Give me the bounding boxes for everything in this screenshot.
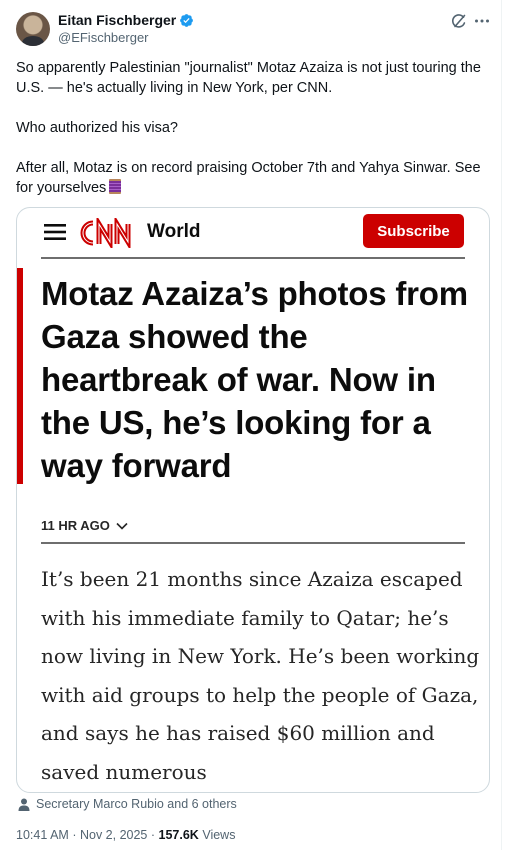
avatar[interactable] — [16, 12, 50, 46]
attached-image[interactable]: World Subscribe Motaz Azaiza’s photos fr… — [16, 207, 490, 793]
timeline-border — [501, 0, 502, 850]
views-count: 157.6K — [158, 828, 199, 842]
grok-icon[interactable] — [451, 13, 467, 29]
tweet-time[interactable]: 10:41 AM — [16, 828, 69, 842]
tweet-paragraph-3: After all, Motaz is on record praising O… — [16, 158, 494, 198]
author-display-name[interactable]: Eitan Fischberger — [58, 12, 176, 28]
tweet-paragraph-2: Who authorized his visa? — [16, 120, 178, 136]
verified-badge-icon — [180, 13, 194, 27]
meta-separator: · — [72, 828, 77, 842]
views-label: Views — [202, 828, 236, 842]
article-headline: Motaz Azaiza’s photos from Gaza showed t… — [41, 275, 468, 484]
article-body: It’s been 21 months since Azaiza escaped… — [41, 567, 480, 784]
tweet-date[interactable]: Nov 2, 2025 — [80, 828, 147, 842]
thread-spool-emoji — [109, 179, 122, 194]
cnn-logo — [80, 218, 131, 248]
tweet-paragraph-1: So apparently Palestinian "journalist" M… — [16, 60, 481, 96]
author-handle[interactable]: @EFischberger — [58, 30, 149, 45]
tweet-meta: 10:41 AM · Nov 2, 2025 · 157.6K Views — [16, 828, 235, 842]
tweet-card: Eitan Fischberger @EFischberger So appar… — [0, 0, 505, 850]
author-name-row: Eitan Fischberger — [58, 12, 194, 28]
cnn-section-title: World — [147, 221, 201, 242]
social-context[interactable]: Secretary Marco Rubio and 6 others — [18, 797, 237, 811]
social-context-text: Secretary Marco Rubio and 6 others — [36, 797, 237, 811]
meta-separator: · — [150, 828, 156, 842]
cnn-header: World Subscribe — [17, 208, 489, 258]
timestamp-text: 11 HR AGO — [41, 518, 110, 533]
timestamp-divider — [41, 542, 465, 544]
person-icon — [18, 798, 30, 811]
subscribe-button: Subscribe — [363, 214, 464, 248]
more-options-icon[interactable] — [474, 13, 490, 29]
tweet-paragraph-3-text: After all, Motaz is on record praising O… — [16, 160, 481, 196]
header-divider — [41, 257, 465, 259]
hamburger-menu-icon — [44, 224, 66, 240]
chevron-down-icon — [116, 522, 128, 530]
article-timestamp: 11 HR AGO — [41, 518, 128, 533]
headline-accent-bar — [17, 268, 23, 484]
tweet-text: So apparently Palestinian "journalist" M… — [16, 58, 494, 198]
